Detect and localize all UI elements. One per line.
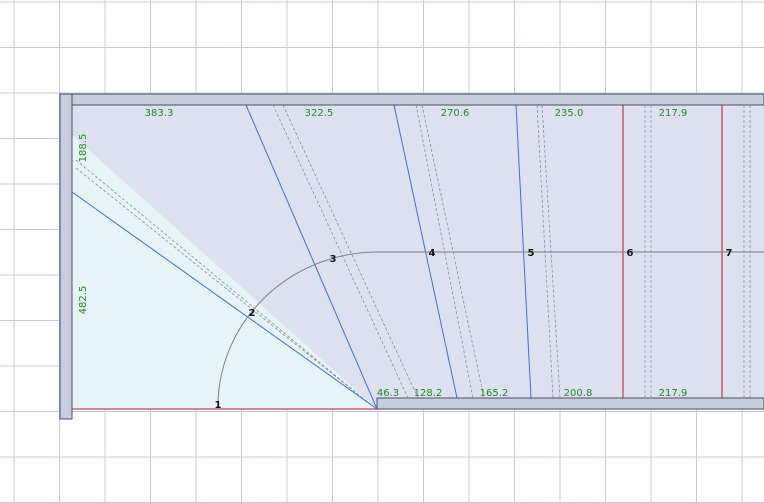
step-number-1: 1 bbox=[215, 400, 222, 411]
top-dimension-3: 270.6 bbox=[441, 108, 470, 119]
left-dimension-1: 188.5 bbox=[78, 134, 89, 163]
step-number-2: 2 bbox=[249, 308, 256, 319]
bottom-wall bbox=[376, 397, 764, 410]
step-number-5: 5 bbox=[528, 248, 535, 259]
top-wall bbox=[59, 93, 764, 106]
stair-plan-canvas[interactable]: 1 2 3 4 5 6 7 383.3 322.5 270.6 235.0 21… bbox=[0, 0, 764, 503]
bottom-dimension-3: 165.2 bbox=[480, 388, 509, 399]
top-dimension-4: 235.0 bbox=[555, 108, 584, 119]
top-dimension-2: 322.5 bbox=[305, 108, 334, 119]
bottom-dimension-5: 217.9 bbox=[659, 388, 688, 399]
left-wall bbox=[59, 93, 73, 420]
top-dimension-1: 383.3 bbox=[145, 108, 174, 119]
step-number-3: 3 bbox=[330, 254, 337, 265]
step-number-6: 6 bbox=[627, 248, 634, 259]
top-dimension-5: 217.9 bbox=[659, 108, 688, 119]
bottom-dimension-1: 46.3 bbox=[377, 388, 399, 399]
bottom-dimension-2: 128.2 bbox=[414, 388, 443, 399]
bottom-dimension-4: 200.8 bbox=[564, 388, 593, 399]
step-number-7: 7 bbox=[726, 248, 733, 259]
step-number-4: 4 bbox=[429, 248, 436, 259]
left-dimension-2: 482.5 bbox=[78, 286, 89, 315]
